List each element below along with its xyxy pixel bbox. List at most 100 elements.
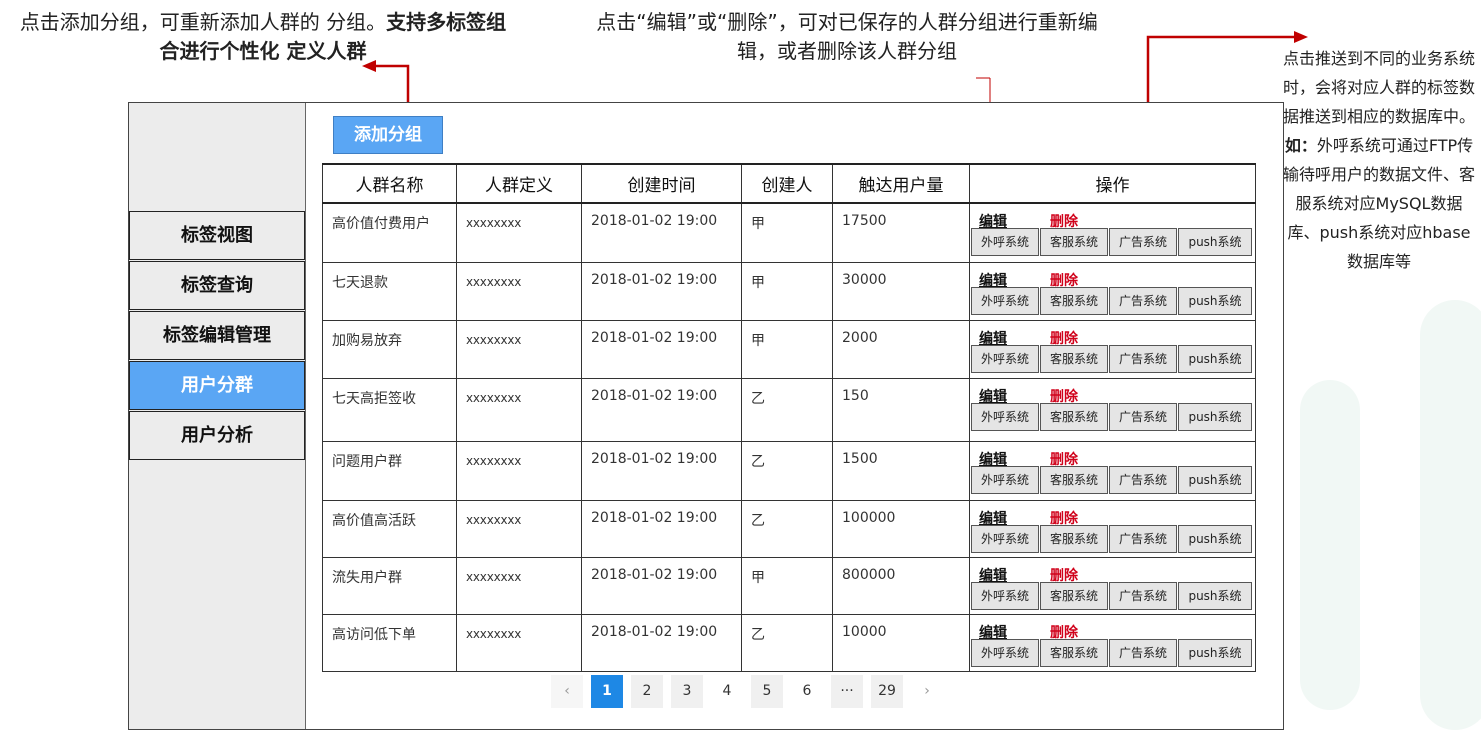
app-window: 标签视图 标签查询 标签编辑管理 用户分群 用户分析 添加分组 人群名称 人群定… — [128, 102, 1284, 730]
push-ads-button[interactable]: 广告系统 — [1109, 402, 1177, 431]
push-button-group: 外呼系统 客服系统 广告系统 push系统 — [971, 465, 1253, 494]
push-push-button[interactable]: push系统 — [1178, 228, 1252, 256]
table-row: 流失用户群 xxxxxxxx 2018-01-02 19:00 甲 800000 编辑 删除… — [322, 556, 1256, 615]
push-service-button[interactable]: 客服系统 — [1040, 286, 1108, 315]
table-row: 七天退款 xxxxxxxx 2018-01-02 19:00 甲 30000 编辑 删除 外呼… — [322, 261, 1256, 321]
table-row: 高价值高活跃 xxxxxxxx 2018-01-02 19:00 乙 100000 编辑删… — [322, 499, 1256, 558]
cell-creator: 甲 — [741, 556, 833, 615]
cell-name: 高访问低下单 — [322, 613, 457, 672]
cell-name: 问题用户群 — [322, 440, 457, 501]
cell-definition: xxxxxxxx — [456, 261, 582, 321]
sidebar-item-tag-query[interactable]: 标签查询 — [129, 261, 305, 310]
cell-name: 高价值高活跃 — [322, 499, 457, 558]
cell-creator: 甲 — [741, 319, 833, 379]
page-button[interactable]: 1 — [591, 675, 623, 708]
table-row: 问题用户群 xxxxxxxx 2018-01-02 19:00 乙 1500 编辑 删除 外呼… — [322, 440, 1256, 501]
cell-creator: 乙 — [741, 613, 833, 672]
chevron-left-icon[interactable]: ‹ — [551, 675, 583, 708]
cell-creator: 甲 — [741, 261, 833, 321]
push-ads-button[interactable]: 广告系统 — [1109, 465, 1177, 494]
push-service-button[interactable]: 客服系统 — [1040, 638, 1108, 667]
push-button-group: 外呼系统 客服系统 广告系统 push系统 — [971, 581, 1253, 610]
push-service-button[interactable]: 客服系统 — [1040, 228, 1108, 256]
cell-name: 七天退款 — [322, 261, 457, 321]
cell-name: 高价值付费用户 — [322, 202, 457, 263]
push-push-button[interactable]: push系统 — [1178, 402, 1252, 431]
cell-actions: 编辑 删除 外呼系统 客服系统 广告系统 push系统 — [969, 202, 1256, 263]
push-push-button[interactable]: push系统 — [1178, 465, 1252, 494]
cell-creator: 乙 — [741, 499, 833, 558]
add-group-button[interactable]: 添加分组 — [333, 116, 443, 154]
page-button[interactable]: 4 — [711, 675, 743, 708]
table-row: 加购易放弃 xxxxxxxx 2018-01-02 19:00 甲 2000 编辑 删除 外呼… — [322, 319, 1256, 379]
push-ads-button[interactable]: 广告系统 — [1109, 286, 1177, 315]
push-callout-button[interactable]: 外呼系统 — [971, 638, 1039, 667]
push-service-button[interactable]: 客服系统 — [1040, 581, 1108, 610]
push-button-group: 外呼系统 客服系统 广告系统 push系统 — [971, 638, 1253, 667]
column-header: 创建人 — [741, 163, 833, 204]
arrow-head-push — [1294, 31, 1308, 43]
column-header: 人群定义 — [456, 163, 582, 204]
cell-reach: 1500 — [832, 440, 970, 501]
cell-actions: 编辑 删除 外呼系统 客服系统 广告系统 push系统 — [969, 499, 1256, 558]
push-callout-button[interactable]: 外呼系统 — [971, 581, 1039, 610]
push-callout-button[interactable]: 外呼系统 — [971, 344, 1039, 373]
cell-reach: 10000 — [832, 613, 970, 672]
table-row: 高访问低下单 xxxxxxxx 2018-01-02 19:00 乙 10000 编辑 删除… — [322, 613, 1256, 672]
push-ads-button[interactable]: 广告系统 — [1109, 344, 1177, 373]
page-button[interactable]: 6 — [791, 675, 823, 708]
cell-name: 加购易放弃 — [322, 319, 457, 379]
push-service-button[interactable]: 客服系统 — [1040, 344, 1108, 373]
sidebar-item-user-segments[interactable]: 用户分群 — [129, 361, 305, 410]
page-button[interactable]: 5 — [751, 675, 783, 708]
cell-reach: 150 — [832, 377, 970, 442]
page-button[interactable]: 2 — [631, 675, 663, 708]
cell-definition: xxxxxxxx — [456, 613, 582, 672]
push-ads-button[interactable]: 广告系统 — [1109, 228, 1177, 256]
page-button[interactable]: 29 — [871, 675, 903, 708]
cell-definition: xxxxxxxx — [456, 319, 582, 379]
push-callout-button[interactable]: 外呼系统 — [971, 402, 1039, 431]
push-push-button[interactable]: push系统 — [1178, 524, 1252, 553]
push-push-button[interactable]: push系统 — [1178, 344, 1252, 373]
push-callout-button[interactable]: 外呼系统 — [971, 286, 1039, 315]
annotation-edit-delete: 点击“编辑”或“删除”，可对已保存的人群分组进行重新编辑，或者删除该人群分组 — [592, 8, 1102, 66]
annotation-bold-text: 如： — [1284, 136, 1317, 155]
cell-actions: 编辑 删除 外呼系统 客服系统 广告系统 push系统 — [969, 261, 1256, 321]
cell-created: 2018-01-02 19:00 — [581, 440, 742, 501]
push-ads-button[interactable]: 广告系统 — [1109, 638, 1177, 667]
annotation-text: 点击推送到不同的业务系统时，会将对应人群的标签数据推送到相应的数据库中。 — [1282, 49, 1475, 126]
sidebar-item-tag-view[interactable]: 标签视图 — [129, 211, 305, 260]
pagination: ‹ 1 2 3 4 5 6 ··· 29 › — [551, 675, 943, 708]
column-header: 操作 — [969, 163, 1256, 204]
cell-reach: 100000 — [832, 499, 970, 558]
background-decoration — [1300, 380, 1360, 710]
push-callout-button[interactable]: 外呼系统 — [971, 228, 1039, 256]
sidebar-item-user-analysis[interactable]: 用户分析 — [129, 411, 305, 460]
push-service-button[interactable]: 客服系统 — [1040, 402, 1108, 431]
push-button-group: 外呼系统 客服系统 广告系统 push系统 — [971, 228, 1253, 256]
cell-definition: xxxxxxxx — [456, 202, 582, 263]
cell-created: 2018-01-02 19:00 — [581, 613, 742, 672]
annotation-push: 点击推送到不同的业务系统时，会将对应人群的标签数据推送到相应的数据库中。如：外呼… — [1281, 44, 1477, 276]
push-push-button[interactable]: push系统 — [1178, 581, 1252, 610]
page-ellipsis[interactable]: ··· — [831, 675, 863, 708]
cell-actions: 编辑 删除 外呼系统 客服系统 广告系统 push系统 — [969, 319, 1256, 379]
push-ads-button[interactable]: 广告系统 — [1109, 524, 1177, 553]
sidebar-item-tag-edit[interactable]: 标签编辑管理 — [129, 311, 305, 360]
cell-definition: xxxxxxxx — [456, 556, 582, 615]
push-callout-button[interactable]: 外呼系统 — [971, 524, 1039, 553]
cell-creator: 乙 — [741, 377, 833, 442]
page-button[interactable]: 3 — [671, 675, 703, 708]
column-header: 触达用户量 — [832, 163, 970, 204]
push-ads-button[interactable]: 广告系统 — [1109, 581, 1177, 610]
push-push-button[interactable]: push系统 — [1178, 638, 1252, 667]
push-service-button[interactable]: 客服系统 — [1040, 465, 1108, 494]
push-service-button[interactable]: 客服系统 — [1040, 524, 1108, 553]
push-push-button[interactable]: push系统 — [1178, 286, 1252, 315]
chevron-right-icon[interactable]: › — [911, 675, 943, 708]
cell-reach: 800000 — [832, 556, 970, 615]
annotation-add-group: 点击添加分组，可重新添加人群的 分组。支持多标签组合进行个性化 定义人群 — [18, 8, 508, 66]
cell-actions: 编辑 删除 外呼系统 客服系统 广告系统 push系统 — [969, 556, 1256, 615]
push-callout-button[interactable]: 外呼系统 — [971, 465, 1039, 494]
